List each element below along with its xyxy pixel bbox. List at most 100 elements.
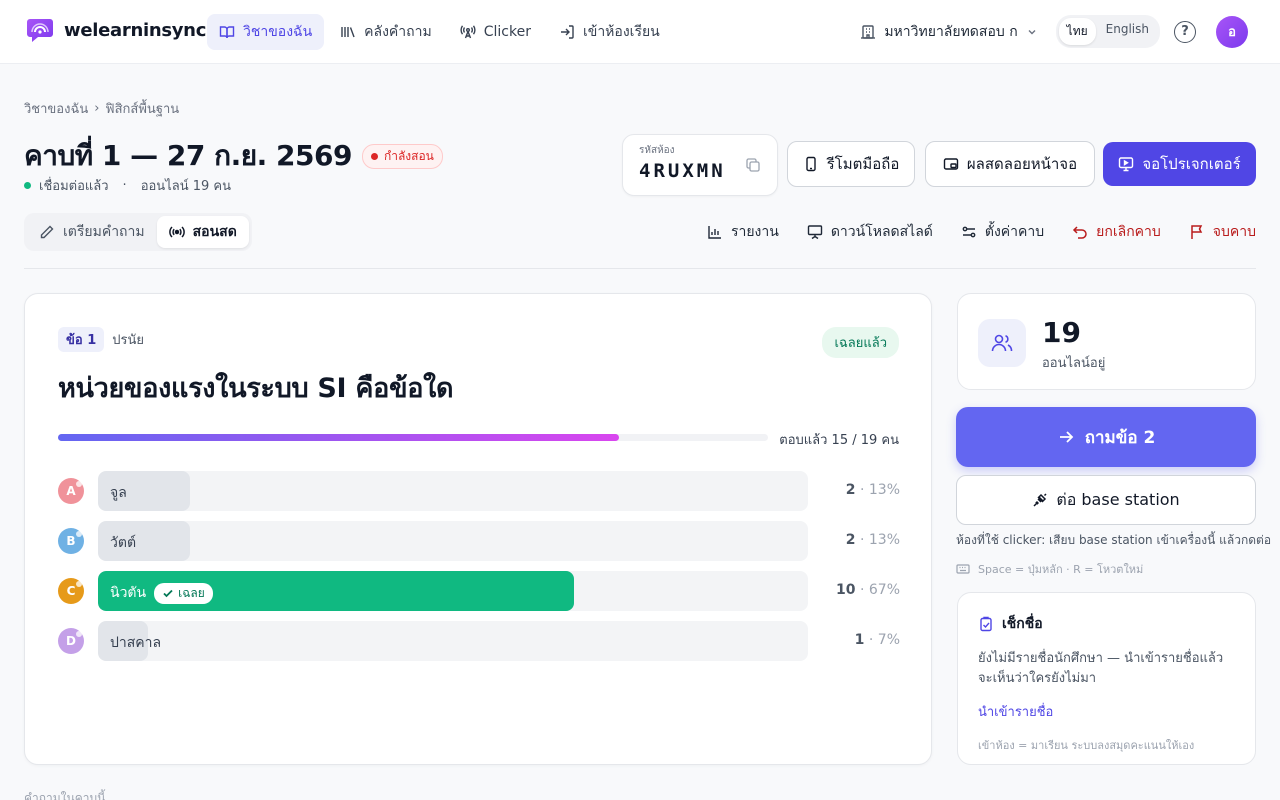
option-stat: 1 · 7%: [854, 632, 900, 648]
tab-prepare[interactable]: เตรียมคำถาม: [27, 216, 157, 248]
book-icon: [219, 26, 235, 39]
lang-th[interactable]: ไทย: [1058, 18, 1096, 45]
option-label: วัตต์: [110, 532, 136, 554]
option-text: ปาสคาล: [110, 635, 162, 651]
option-percent: 13%: [868, 532, 900, 548]
chevron-right-icon: ›: [94, 101, 100, 116]
answer-option-c: C นิวตัน เฉลย 10 · 67%: [58, 571, 900, 611]
brand[interactable]: welearninsync: [26, 16, 206, 44]
question-meta: ข้อ 1 ปรนัย: [58, 327, 144, 352]
phone-icon: [805, 156, 816, 172]
option-count: 2: [845, 482, 856, 498]
help-icon[interactable]: ?: [1174, 20, 1196, 43]
answer-option-d: D ปาสคาล 1 · 7%: [58, 621, 900, 661]
monitor-icon: [1119, 157, 1134, 172]
next-question-label: ถามข้อ 2: [1084, 427, 1156, 448]
download-slides-action[interactable]: ดาวน์โหลดสไลด์: [807, 221, 933, 243]
report-action[interactable]: รายงาน: [707, 221, 779, 243]
users-icon: [978, 319, 1026, 367]
session-questions-heading: คำถามในคาบนี้: [24, 791, 106, 800]
room-code: 4RUXMN: [639, 160, 726, 182]
option-percent: 7%: [877, 632, 900, 648]
attendance-description: ยังไม่มีรายชื่อนักศึกษา — นำเข้ารายชื่อแ…: [978, 651, 1224, 686]
action-label: จบคาบ: [1212, 224, 1256, 240]
floating-results-button[interactable]: ผลสดลอยหน้าจอ: [925, 141, 1095, 187]
chevron-down-icon: [1028, 29, 1036, 34]
connected-dot-icon: [24, 182, 31, 189]
room-code-label: รหัสห้อง: [639, 145, 675, 156]
answer-option-b: B วัตต์ 2 · 13%: [58, 521, 900, 561]
session-settings-action[interactable]: ตั้งค่าคาบ: [961, 221, 1044, 243]
online-status: ออนไลน์ 19 คน: [140, 179, 231, 194]
nav-question-bank[interactable]: คลังคำถาม: [328, 14, 444, 50]
option-letter: D: [58, 628, 84, 654]
university-selector[interactable]: มหาวิทยาลัยทดสอบ ก: [860, 21, 1037, 43]
connect-base-station-button[interactable]: ต่อ base station: [956, 475, 1256, 525]
main-nav: วิชาของฉัน คลังคำถาม Clicker เข้าห้องเรี…: [207, 14, 672, 50]
room-code-card: รหัสห้อง 4RUXMN: [622, 134, 778, 196]
correct-chip-label: เฉลย: [178, 585, 205, 600]
flag-icon: [1191, 225, 1203, 239]
answer-revealed-badge: เฉลยแล้ว: [822, 327, 899, 358]
lang-en[interactable]: English: [1098, 18, 1157, 45]
nav-label: วิชาของฉัน: [243, 24, 313, 40]
attendance-title: เช็กชื่อ: [978, 613, 1235, 635]
end-session-action[interactable]: จบคาบ: [1189, 221, 1256, 243]
option-bar-track: [98, 471, 808, 511]
presentation-icon: [807, 225, 823, 240]
tab-live[interactable]: สอนสด: [156, 216, 249, 248]
option-label: ปาสคาล: [110, 632, 161, 654]
remote-button[interactable]: รีโมตมือถือ: [787, 141, 915, 187]
answer-option-a: A จูล 2 · 13%: [58, 471, 900, 511]
library-icon: [341, 27, 355, 38]
language-toggle: ไทย English: [1055, 15, 1160, 48]
next-question-button[interactable]: ถามข้อ 2: [956, 407, 1256, 467]
option-percent: 67%: [868, 582, 900, 598]
online-card: 19 ออนไลน์อยู่: [957, 293, 1256, 390]
plug-icon: [1033, 493, 1047, 507]
import-roster-link[interactable]: นำเข้ารายชื่อ: [978, 701, 1235, 722]
copy-icon[interactable]: [745, 157, 761, 173]
nav-join-class[interactable]: เข้าห้องเรียน: [547, 14, 672, 50]
broadcast-icon: [168, 226, 185, 238]
projector-button[interactable]: จอโปรเจกเตอร์: [1103, 142, 1256, 186]
option-text: จูล: [110, 485, 127, 501]
option-letter: A: [58, 478, 84, 504]
response-progress-text: ตอบแล้ว 15 / 19 คน: [779, 433, 899, 448]
nav-label: Clicker: [483, 24, 531, 40]
cancel-session-action[interactable]: ยกเลิกคาบ: [1072, 221, 1161, 243]
remote-button-label: รีโมตมือถือ: [826, 155, 900, 173]
avatar[interactable]: อ: [1216, 15, 1248, 48]
pencil-icon: [40, 225, 54, 239]
action-label: ดาวน์โหลดสไลด์: [830, 224, 933, 240]
building-icon: [861, 24, 876, 39]
undo-icon: [1073, 226, 1087, 239]
login-icon: [560, 25, 574, 39]
brand-name: welearninsync: [64, 19, 207, 41]
option-text: วัตต์: [110, 535, 137, 551]
separator: ·: [122, 178, 127, 193]
breadcrumb-current: ฟิสิกส์พื้นฐาน: [105, 102, 180, 117]
session-actions: รายงาน ดาวน์โหลดสไลด์ ตั้งค่าคาบ ยกเลิกค…: [707, 221, 1256, 243]
online-count: 19: [1042, 316, 1081, 349]
question-type: ปรนัย: [112, 333, 145, 348]
picture-in-picture-icon: [943, 158, 959, 170]
tab-label: เตรียมคำถาม: [63, 224, 145, 240]
option-stat: 10 · 67%: [836, 582, 900, 598]
divider: [24, 268, 1256, 269]
option-stat: 2 · 13%: [845, 532, 900, 548]
breadcrumb-root[interactable]: วิชาของฉัน: [24, 98, 88, 119]
question-text: หน่วยของแรงในระบบ SI คือข้อใด: [58, 373, 454, 404]
session-header: คาบที่ 1 — 27 ก.ย. 2569 กำลังสอน: [24, 134, 443, 178]
attendance-title-label: เช็กชื่อ: [1002, 616, 1043, 632]
mode-tabs: เตรียมคำถาม สอนสด: [24, 213, 252, 251]
clipboard-check-icon: [980, 616, 992, 632]
status-badge-label: กำลังสอน: [383, 148, 434, 163]
option-percent: 13%: [868, 482, 900, 498]
projector-button-label: จอโปรเจกเตอร์: [1142, 155, 1241, 173]
online-label: ออนไลน์อยู่: [1042, 356, 1106, 371]
action-label: ยกเลิกคาบ: [1096, 224, 1161, 240]
nav-my-courses[interactable]: วิชาของฉัน: [207, 14, 325, 50]
connected-label: เชื่อมต่อแล้ว: [39, 179, 109, 194]
nav-clicker[interactable]: Clicker: [448, 14, 543, 50]
